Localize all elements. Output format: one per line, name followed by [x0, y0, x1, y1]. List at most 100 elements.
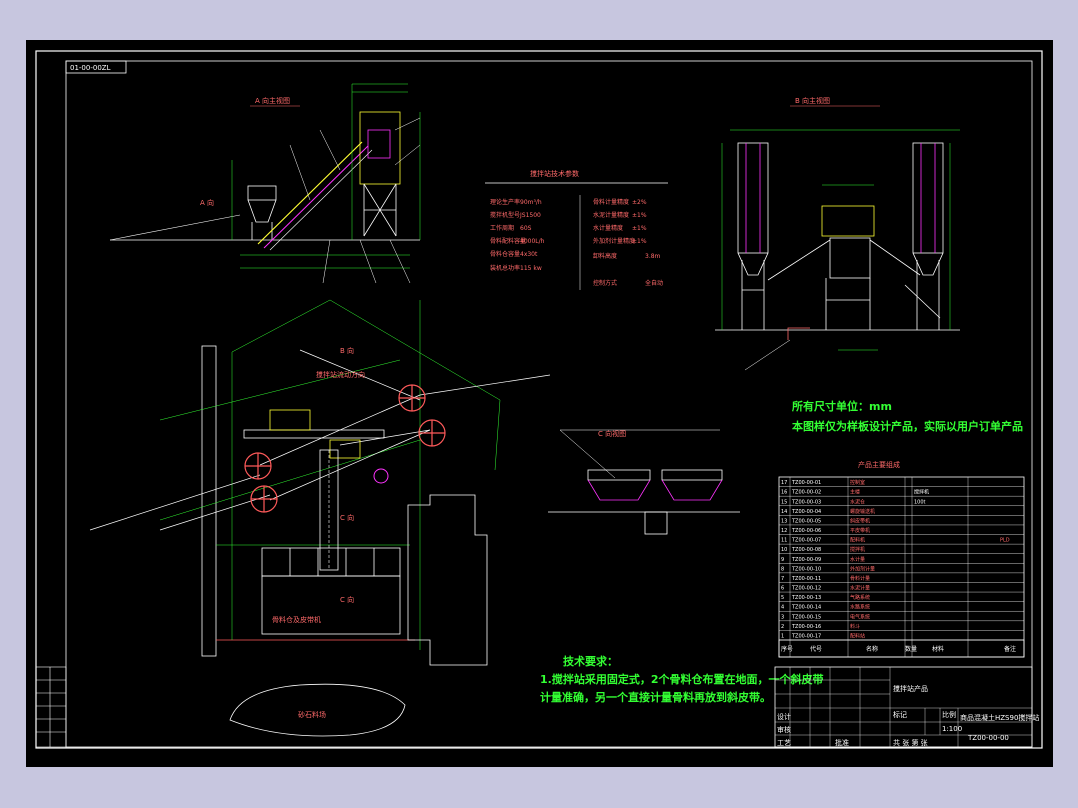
param2-value-3: ±1% — [632, 225, 647, 232]
parts-row-name: 气路系统 — [850, 594, 870, 601]
parts-row-name: 配料站 — [850, 633, 865, 640]
parts-row-no: 3 — [781, 614, 784, 620]
parts-row-name: 水泥仓 — [850, 498, 865, 505]
param2-name-4: 外加剂计量精度 — [593, 237, 635, 245]
parts-row-code: TZ00-00-09 — [791, 557, 821, 563]
param-name-5: 骨料仓容量 — [490, 250, 520, 258]
parts-row-code: TZ00-00-11 — [791, 576, 821, 582]
parts-row-no: 6 — [781, 586, 784, 592]
parts-header-code: 代号 — [810, 645, 822, 653]
parts-header-no: 序号 — [781, 645, 793, 653]
parts-row-code: TZ00-00-12 — [791, 586, 821, 592]
title-approve: 批准 — [835, 738, 849, 747]
parts-row-material: 100t — [914, 499, 926, 505]
parts-header-qty: 数量 — [905, 645, 917, 653]
sand-gravel-yard-label: 砂石料场 — [298, 710, 326, 719]
parts-row-name: 骨料计量 — [850, 575, 870, 582]
b-view-title: B 向主视图 — [795, 96, 830, 105]
parts-header-remark: 备注 — [1004, 645, 1016, 653]
note-unit: 所有尺寸单位：mm — [792, 399, 892, 413]
parts-row-no: 14 — [781, 509, 787, 515]
title-scale: 1:100 — [942, 725, 962, 733]
parts-row-code: TZ00-00-02 — [791, 490, 821, 496]
parts-row-name: 螺旋输送机 — [850, 508, 875, 515]
parts-row-name: 料斗 — [850, 623, 860, 630]
parts-row-no: 15 — [781, 499, 787, 505]
plan-storage-label: 骨料仓及皮带机 — [272, 615, 321, 624]
parts-row-name: 水路系统 — [850, 604, 870, 611]
drawing-number-tag-text: 01-00-00ZL — [70, 64, 111, 72]
tech-requirements-title: 技术要求： — [563, 654, 618, 668]
c-direction-label: C 向 — [340, 595, 354, 604]
parts-row-name: 电气系统 — [850, 613, 870, 620]
param-name-2: 搅拌机型号 — [490, 211, 520, 219]
parts-row-code: TZ00-00-04 — [791, 509, 821, 515]
title-mark: 标记 — [893, 710, 907, 719]
param-name-3: 工作周期 — [490, 224, 514, 232]
param2-name-5: 卸料高度 — [593, 252, 617, 260]
parts-row-name: 外加剂计量 — [850, 565, 875, 572]
a-view-title: A 向主视图 — [255, 96, 290, 105]
plan-flow-arrow-label: 搅拌站流动方向 — [316, 370, 365, 379]
parts-row-no: 7 — [781, 576, 784, 582]
cad-drawing-canvas[interactable]: 01-00-00ZL A 向主视图 B 向主视图 搅拌站技术参数 理论生产率 9… — [0, 0, 1078, 808]
parts-row-code: TZ00-00-07 — [791, 538, 821, 544]
parts-row-no: 2 — [781, 624, 784, 630]
parts-row-remark: PLD — [1000, 538, 1010, 544]
param-value-1: 90m³/h — [520, 199, 542, 206]
parts-row-name: 水泥计量 — [850, 585, 870, 592]
parts-row-code: TZ00-00-16 — [791, 624, 821, 630]
parts-row-no: 17 — [781, 480, 787, 486]
note-statement: 本图样仅为样板设计产品，实际以用户订单产品 — [792, 419, 1023, 433]
parts-row-name: 水计量 — [850, 556, 865, 563]
parts-row-no: 11 — [781, 538, 787, 544]
title-sheet: 共 张 第 张 — [893, 738, 928, 747]
parts-row-no: 5 — [781, 595, 784, 601]
param2-value-2: ±1% — [632, 212, 647, 219]
parts-row-code: TZ00-00-06 — [791, 528, 821, 534]
parts-row-code: TZ00-00-15 — [791, 614, 821, 620]
parts-row-no: 9 — [781, 557, 784, 563]
parts-header-name: 名称 — [866, 645, 878, 653]
parts-row-code: TZ00-00-08 — [791, 547, 821, 553]
parts-row-code: TZ00-00-05 — [791, 518, 821, 524]
parts-row-code: TZ00-00-01 — [791, 480, 821, 486]
parts-row-name: 搅拌机 — [850, 546, 865, 553]
title-design: 设计 — [777, 712, 791, 721]
title-scale-label: 比例 — [942, 710, 956, 719]
parts-row-name: 平皮带机 — [850, 527, 870, 534]
parts-row-no: 12 — [781, 528, 787, 534]
tech-requirements-line-2: 计量准确，另一个直接计量骨料再放到斜皮带。 — [540, 690, 771, 704]
parts-row-code: TZ00-00-03 — [791, 499, 821, 505]
param2-name-3: 水计量精度 — [593, 224, 623, 232]
parts-row-code: TZ00-00-17 — [791, 634, 821, 640]
parts-row-no: 16 — [781, 490, 787, 496]
title-process: 工艺 — [777, 739, 791, 747]
parts-row-no: 13 — [781, 518, 787, 524]
param-value-2: JS1500 — [519, 212, 541, 219]
param-name-6: 装机总功率 — [490, 264, 520, 272]
b-direction-label: B 向 — [340, 346, 354, 355]
tech-requirements-line-1: 1.搅拌站采用固定式，2个骨料仓布置在地面，一个斜皮带 — [540, 672, 824, 686]
param-value-6: 115 kw — [520, 265, 542, 272]
plan-c-label: C 向 — [340, 513, 354, 522]
title-check: 审核 — [777, 725, 791, 734]
parts-list-title: 产品主要组成 — [858, 460, 900, 469]
param2-value-1: ±2% — [632, 199, 647, 206]
param-value-3: 60S — [520, 225, 532, 232]
param2-value-6: 全自动 — [645, 279, 663, 287]
parts-row-no: 8 — [781, 566, 784, 572]
parts-row-name: 控制室 — [850, 479, 865, 486]
parts-header-material: 材料 — [932, 645, 944, 653]
parts-row-no: 10 — [781, 547, 787, 553]
param-name-1: 理论生产率 — [490, 198, 520, 206]
param2-name-1: 骨料计量精度 — [593, 198, 629, 206]
param2-name-2: 水泥计量精度 — [593, 211, 629, 219]
parts-row-no: 1 — [781, 634, 784, 640]
param2-value-5: 3.8m — [645, 253, 661, 260]
parts-row-name: 斜皮带机 — [850, 517, 870, 524]
drawing-background — [26, 40, 1053, 767]
param-value-4: 4000L/h — [520, 238, 545, 245]
param-value-5: 4x30t — [520, 251, 538, 258]
parts-row-material: 搅拌机 — [914, 489, 929, 496]
